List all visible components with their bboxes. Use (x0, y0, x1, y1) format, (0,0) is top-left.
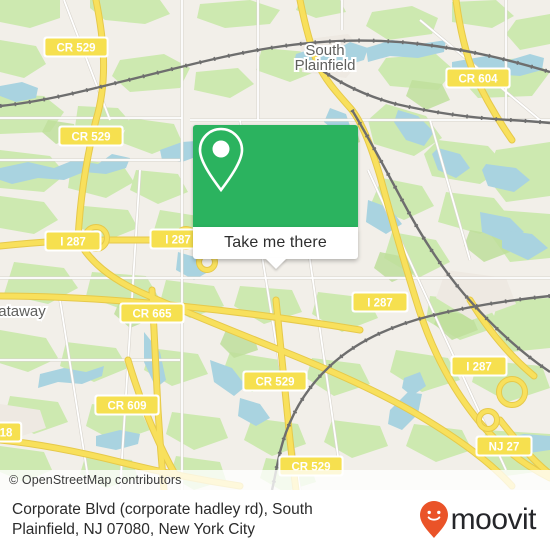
road-shield-label: NJ 27 (489, 442, 520, 454)
road-shield-label: CR 529 (72, 132, 111, 144)
address-line-2: Plainfield, NJ 07080, New York City (12, 521, 255, 538)
road-shield-label: I 287 (466, 362, 492, 374)
callout-pointer-tail (264, 258, 287, 269)
road-shield: 18 (0, 421, 23, 443)
road-shield-label: I 287 (367, 298, 393, 310)
road-shield: I 287 (44, 230, 102, 252)
road-shield: CR 529 (43, 36, 109, 58)
map-pin-icon (198, 127, 244, 193)
city-label: ataway (0, 303, 46, 320)
road-shield: CR 529 (242, 370, 308, 392)
road-shield-label: CR 529 (256, 377, 295, 389)
callout-footer[interactable]: Take me there (193, 227, 358, 269)
road-shield-label: 18 (0, 428, 13, 440)
road-shield-label: CR 665 (133, 309, 173, 321)
road-shield-label: I 287 (60, 237, 86, 249)
moovit-logo[interactable]: moovit (419, 500, 537, 540)
city-label: Plainfield (295, 57, 356, 74)
take-me-there-label: Take me there (224, 234, 327, 251)
road-shield: I 287 (450, 355, 508, 377)
map-canvas[interactable]: South South Plainfield Plainfield ataway ataw… (0, 0, 550, 490)
callout-body (193, 125, 358, 227)
road-shield-label: I 287 (165, 235, 191, 247)
road-shield: CR 665 (119, 302, 185, 324)
road-shield-label: CR 604 (459, 74, 499, 86)
moovit-map-screen: South South Plainfield Plainfield ataway ataw… (0, 0, 550, 550)
road-shield: NJ 27 (475, 435, 533, 457)
moovit-smiley-pin-icon (419, 501, 448, 538)
location-callout[interactable]: Take me there (193, 125, 358, 269)
osm-attribution-text: © OpenStreetMap contributors (9, 473, 182, 487)
address-footer: SouthSouthPlainfieldPlainfieldatawayataw… (0, 490, 550, 550)
moovit-wordmark: moovit (450, 503, 537, 536)
road-shield: CR 609 (94, 394, 160, 416)
road-shield: CR 604 (445, 67, 511, 89)
address-line-1: Corporate Blvd (corporate hadley rd), So… (12, 501, 313, 518)
osm-attribution[interactable]: © OpenStreetMap contributors (0, 470, 550, 490)
road-shield: CR 529 (58, 125, 124, 147)
road-shield-label: CR 529 (57, 43, 96, 55)
road-shield-label: CR 609 (108, 401, 147, 413)
road-shield: I 287 (351, 291, 409, 313)
address-text: Corporate Blvd (corporate hadley rd), So… (12, 500, 313, 540)
